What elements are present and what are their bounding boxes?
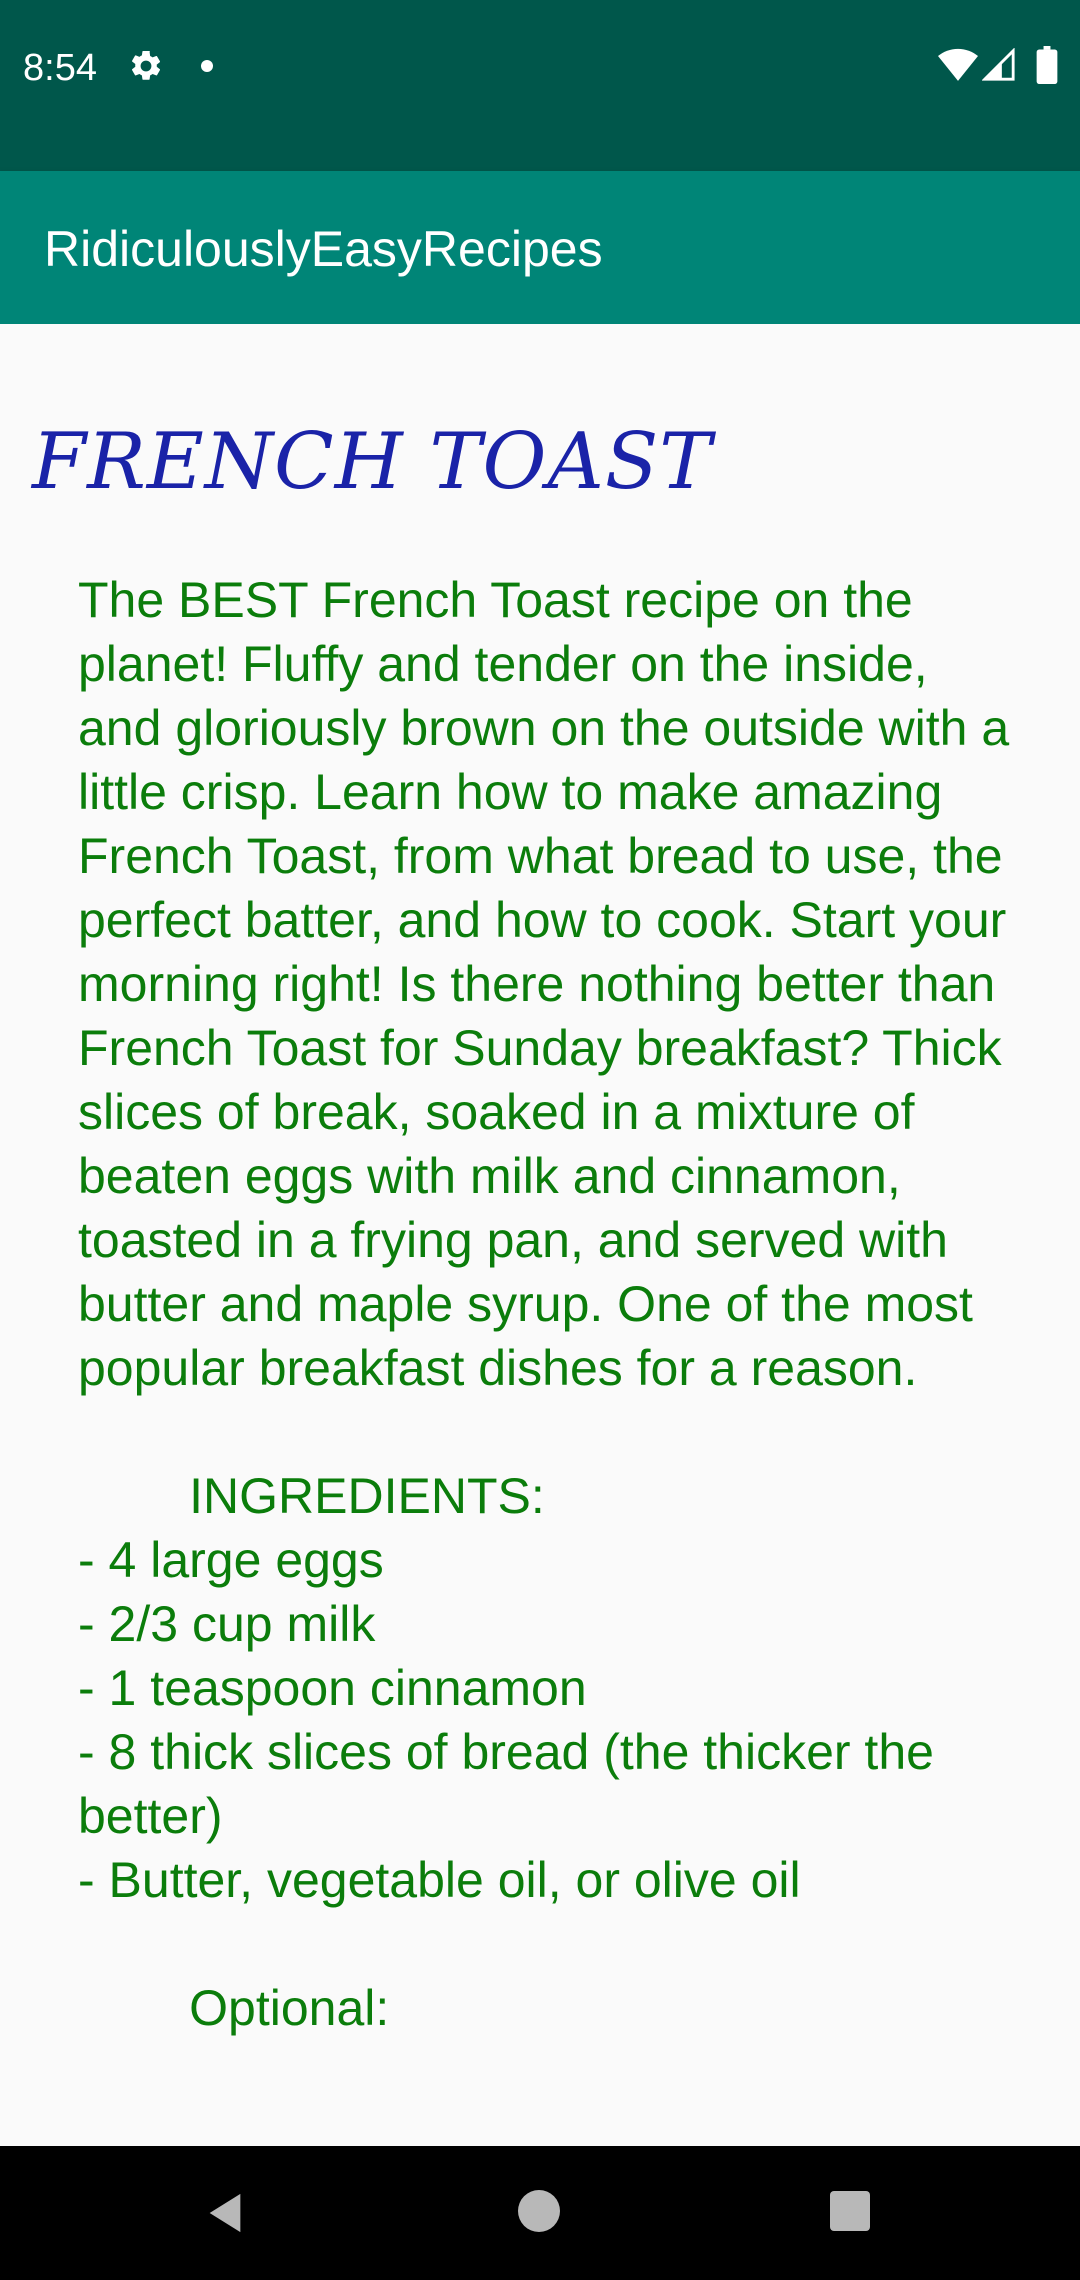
notification-dot-icon [201,60,213,72]
back-icon[interactable] [202,2190,248,2236]
recipe-body-text: The BEST French Toast recipe on the plan… [78,572,1010,2036]
battery-icon [1036,46,1058,84]
recipe-scroll-view[interactable]: FRENCH TOAST The BEST French Toast recip… [0,324,1080,2146]
app-bar: RidiculouslyEasyRecipes [0,171,1080,324]
screen: 8:54 RidiculouslyEasyRecipes FRENCH TOAS… [0,0,1080,2280]
home-icon[interactable] [518,2190,560,2232]
status-bar: 8:54 [0,0,1080,171]
navigation-bar [0,2146,1080,2280]
status-time: 8:54 [23,47,97,89]
recipe-title: FRENCH TOAST [32,417,713,507]
recents-icon[interactable] [830,2191,870,2231]
gear-icon [132,50,161,80]
app-title: RidiculouslyEasyRecipes [44,221,603,277]
signal-icon [982,48,1015,81]
wifi-icon [938,48,978,81]
